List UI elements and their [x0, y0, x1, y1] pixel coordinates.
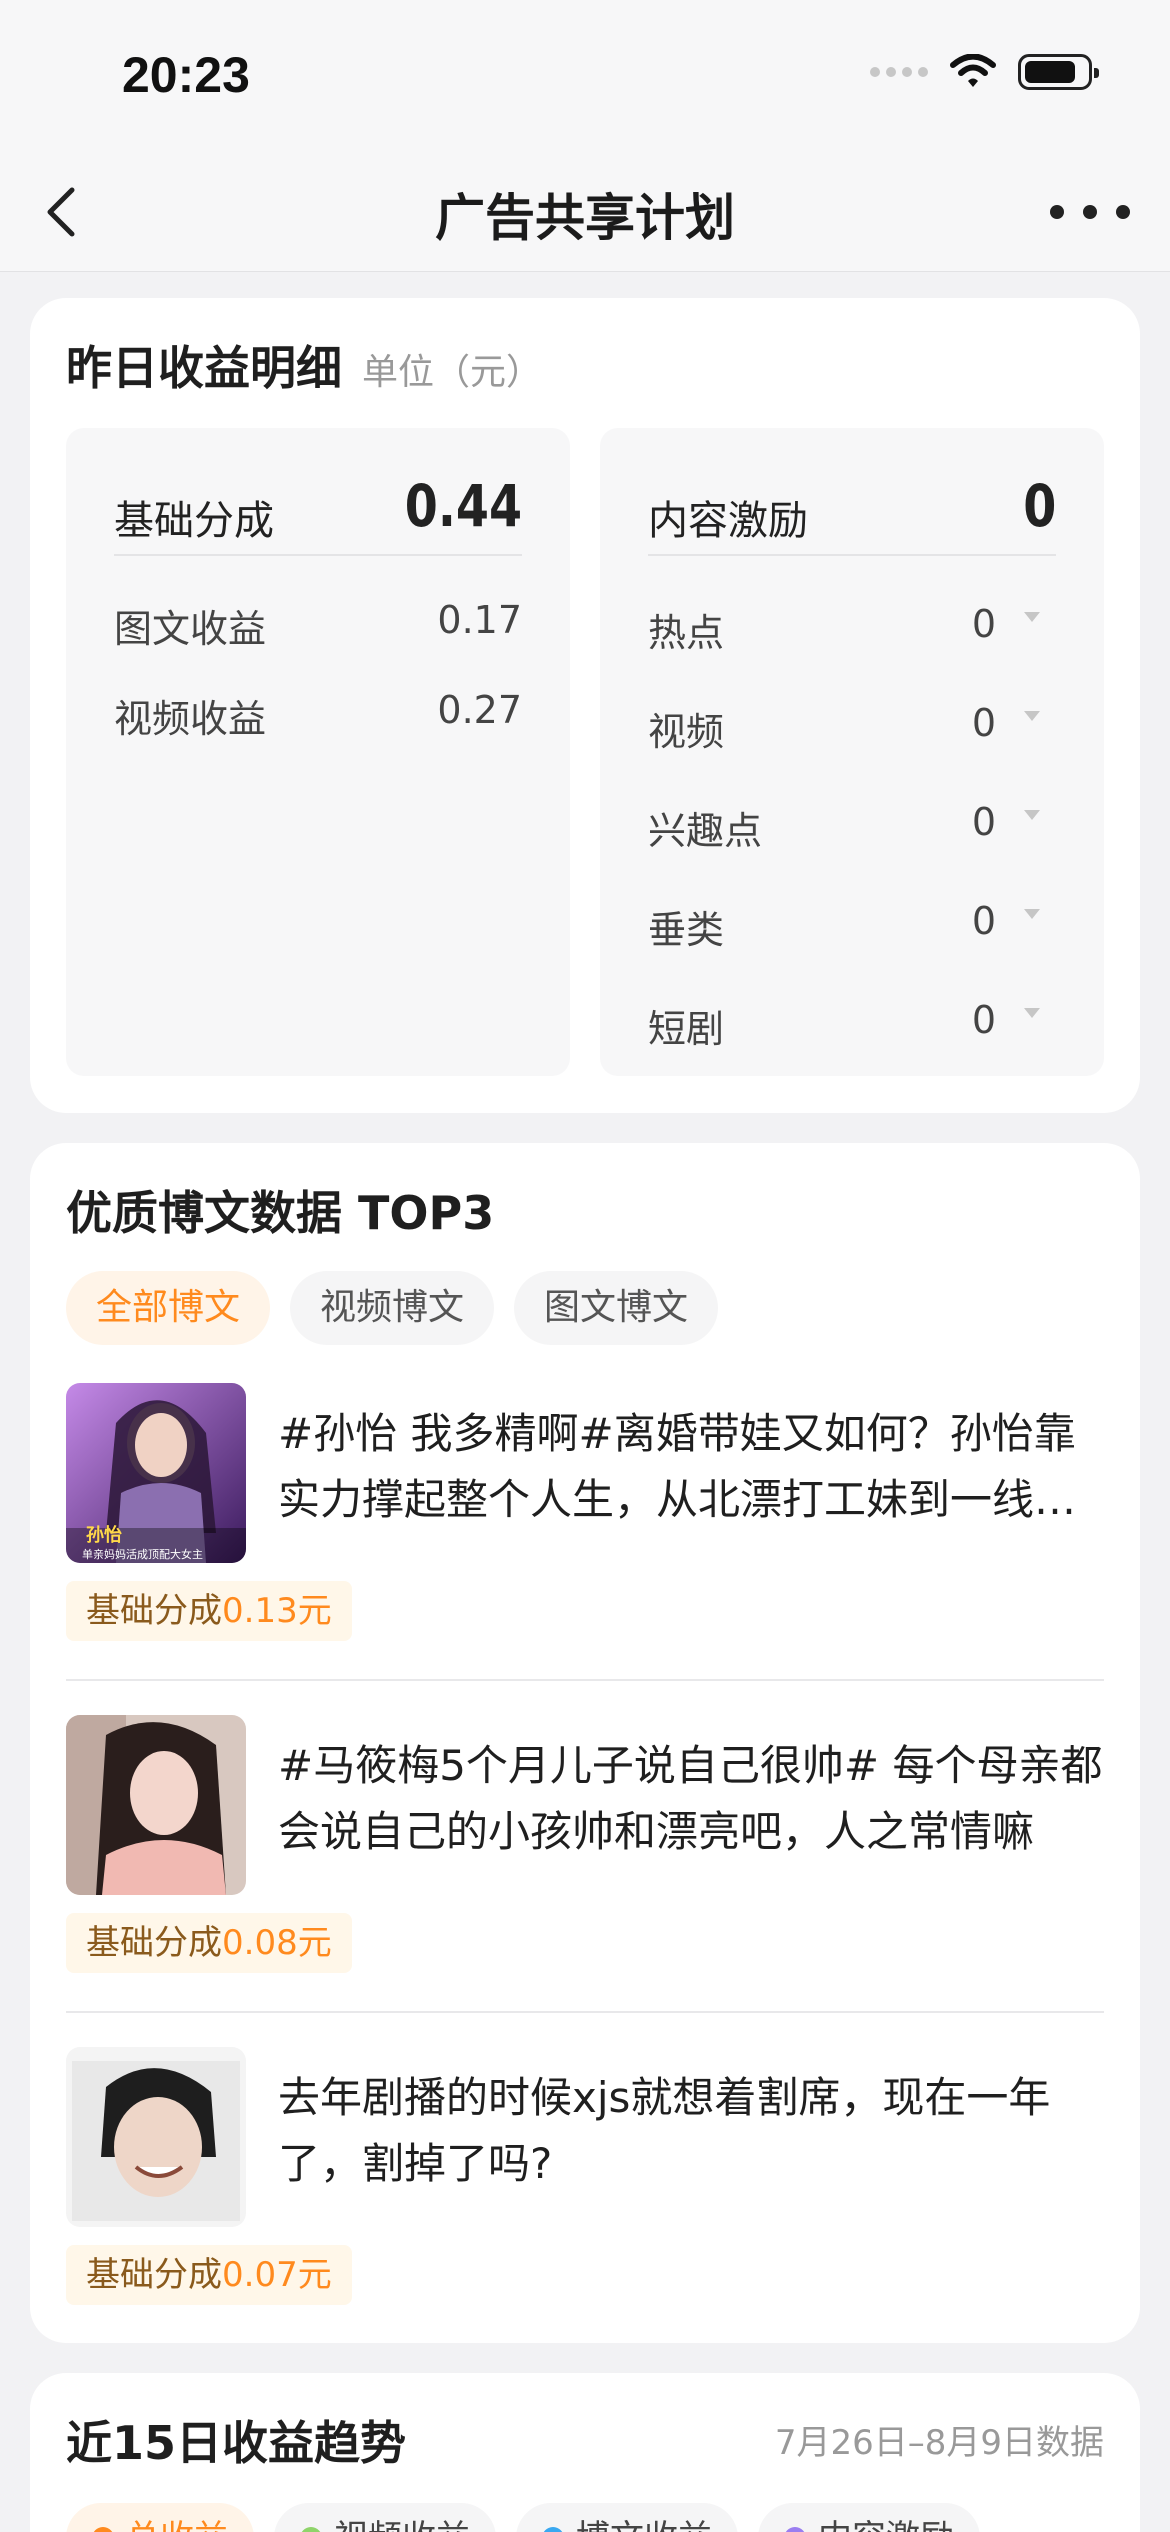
post-thumbnail: [66, 2047, 246, 2227]
legend-label: 视频收益: [334, 2503, 470, 2532]
tab-all-posts[interactable]: 全部博文: [66, 1271, 271, 1345]
divider: [66, 1679, 1104, 1681]
top3-posts-card: 优质博文数据 TOP3 全部博文 视频博文 图文博文 孙怡 单亲妈妈活成顶配大女…: [30, 1143, 1140, 2343]
badge-label: 基础分成: [86, 1923, 222, 1963]
row-label: 兴趣点: [648, 809, 763, 853]
incentive-row[interactable]: 热点 0: [648, 602, 1056, 662]
row-value: 0: [971, 899, 996, 943]
thumb-subcaption: 单亲妈妈活成顶配大女主: [82, 1547, 203, 1561]
earnings-row: 视频收益 0.27: [114, 688, 522, 748]
badge-amount: 0.07元: [222, 2255, 332, 2295]
more-dot-icon: [1116, 205, 1130, 219]
content-incentive-header: 内容激励 0: [648, 466, 1056, 556]
more-dot-icon: [1050, 205, 1064, 219]
content-incentive-value: 0: [1022, 472, 1056, 540]
dropdown-triangle-icon: [1024, 612, 1040, 622]
legend-label: 内容激励: [818, 2503, 954, 2532]
legend-label: 博文收益: [576, 2503, 712, 2532]
badge-amount: 0.13元: [222, 1591, 332, 1631]
nav-bar: 广告共享计划: [0, 150, 1170, 272]
signal-icon: [870, 67, 928, 77]
tab-video-posts[interactable]: 视频博文: [290, 1271, 495, 1345]
tab-image-posts[interactable]: 图文博文: [514, 1271, 719, 1345]
top3-title: 优质博文数据 TOP3: [66, 1186, 495, 1240]
base-share-header: 基础分成 0.44: [114, 466, 522, 556]
section-title: 昨日收益明细: [66, 341, 342, 395]
post-item[interactable]: 去年剧播的时候xjs就想着割席，现在一年了，割掉了吗? 基础分成0.07元: [66, 2047, 1104, 2377]
more-button[interactable]: [1050, 192, 1130, 232]
row-label: 垂类: [648, 908, 725, 952]
dropdown-triangle-icon: [1024, 1008, 1040, 1018]
legend-video-earnings[interactable]: 视频收益: [274, 2503, 496, 2532]
legend-post-earnings[interactable]: 博文收益: [516, 2503, 738, 2532]
legend-dot-icon: [300, 2527, 322, 2532]
post-thumbnail: [66, 1715, 246, 1895]
content-incentive-label: 内容激励: [648, 498, 808, 544]
legend-dot-icon: [92, 2527, 114, 2532]
legend-total-earnings[interactable]: 总收益: [66, 2503, 254, 2532]
page-title: 广告共享计划: [435, 189, 735, 247]
row-value: 0: [971, 800, 996, 844]
post-earnings-badge: 基础分成0.08元: [66, 1913, 352, 1973]
legend-label: 总收益: [126, 2503, 228, 2532]
dropdown-triangle-icon: [1024, 810, 1040, 820]
divider: [66, 2011, 1104, 2013]
thumb-caption: 孙怡: [86, 1524, 122, 1546]
wifi-icon: [950, 54, 996, 87]
yesterday-earnings-title: 昨日收益明细 单位（元）: [66, 332, 542, 398]
row-label: 图文收益: [114, 607, 267, 651]
badge-amount: 0.08元: [222, 1923, 332, 1963]
post-text: #孙怡 我多精啊#离婚带娃又如何？孙怡靠实力撑起整个人生，从北漂打工妹到一线女演…: [278, 1409, 1077, 1524]
trend-legend: 总收益 视频收益 博文收益 内容激励: [66, 2503, 980, 2532]
post-text: #马筱梅5个月儿子说自己很帅# 每个母亲都会说自己的小孩帅和漂亮吧，人之常情嘛: [278, 1741, 1103, 1856]
row-value: 0: [971, 998, 996, 1042]
unit-label: 单位（元）: [362, 352, 543, 393]
post-item[interactable]: 孙怡 单亲妈妈活成顶配大女主 #孙怡 我多精啊#离婚带娃又如何？孙怡靠实力撑起整…: [66, 1383, 1104, 1713]
legend-dot-icon: [784, 2527, 806, 2532]
post-text: 去年剧播的时候xjs就想着割席，现在一年了，割掉了吗?: [278, 2073, 1051, 2188]
row-value: 0.27: [437, 688, 522, 732]
base-share-value: 0.44: [404, 472, 522, 540]
post-thumbnail: 孙怡 单亲妈妈活成顶配大女主: [66, 1383, 246, 1563]
base-share-label: 基础分成: [114, 498, 274, 544]
trend-date-range: 7月26日–8月9日数据: [774, 2423, 1104, 2463]
trend-title: 近15日收益趋势: [66, 2416, 407, 2470]
status-bar: 20:23: [0, 0, 1170, 150]
badge-label: 基础分成: [86, 1591, 222, 1631]
post-item[interactable]: #马筱梅5个月儿子说自己很帅# 每个母亲都会说自己的小孩帅和漂亮吧，人之常情嘛 …: [66, 1715, 1104, 2045]
earnings-row: 图文收益 0.17: [114, 598, 522, 658]
legend-content-incentive[interactable]: 内容激励: [758, 2503, 980, 2532]
row-value: 0: [971, 701, 996, 745]
row-value: 0.17: [437, 598, 522, 642]
post-earnings-badge: 基础分成0.13元: [66, 1581, 352, 1641]
status-icons: [870, 54, 1099, 90]
dropdown-triangle-icon: [1024, 909, 1040, 919]
row-label: 视频收益: [114, 697, 267, 741]
incentive-row[interactable]: 视频 0: [648, 701, 1056, 761]
status-time: 20:23: [122, 47, 250, 103]
incentive-row[interactable]: 垂类 0: [648, 899, 1056, 959]
incentive-row[interactable]: 短剧 0: [648, 998, 1056, 1058]
yesterday-earnings-card: 昨日收益明细 单位（元） 基础分成 0.44 图文收益 0.17 视频收益 0.2…: [30, 298, 1140, 1113]
row-label: 视频: [648, 710, 725, 754]
content-incentive-panel: 内容激励 0 热点 0 视频 0 兴趣点 0 垂类 0 短剧 0: [600, 428, 1104, 1076]
row-label: 短剧: [648, 1007, 725, 1051]
legend-dot-icon: [542, 2527, 564, 2532]
badge-label: 基础分成: [86, 2255, 222, 2295]
more-dot-icon: [1083, 205, 1097, 219]
base-share-panel: 基础分成 0.44 图文收益 0.17 视频收益 0.27: [66, 428, 570, 1076]
post-earnings-badge: 基础分成0.07元: [66, 2245, 352, 2305]
dropdown-triangle-icon: [1024, 711, 1040, 721]
row-value: 0: [971, 602, 996, 646]
earnings-trend-card: 近15日收益趋势 7月26日–8月9日数据 总收益 视频收益 博文收益 内容激励: [30, 2373, 1140, 2532]
incentive-row[interactable]: 兴趣点 0: [648, 800, 1056, 860]
battery-icon: [1018, 54, 1099, 90]
post-filter-tabs: 全部博文 视频博文 图文博文: [66, 1271, 719, 1345]
row-label: 热点: [648, 611, 725, 655]
